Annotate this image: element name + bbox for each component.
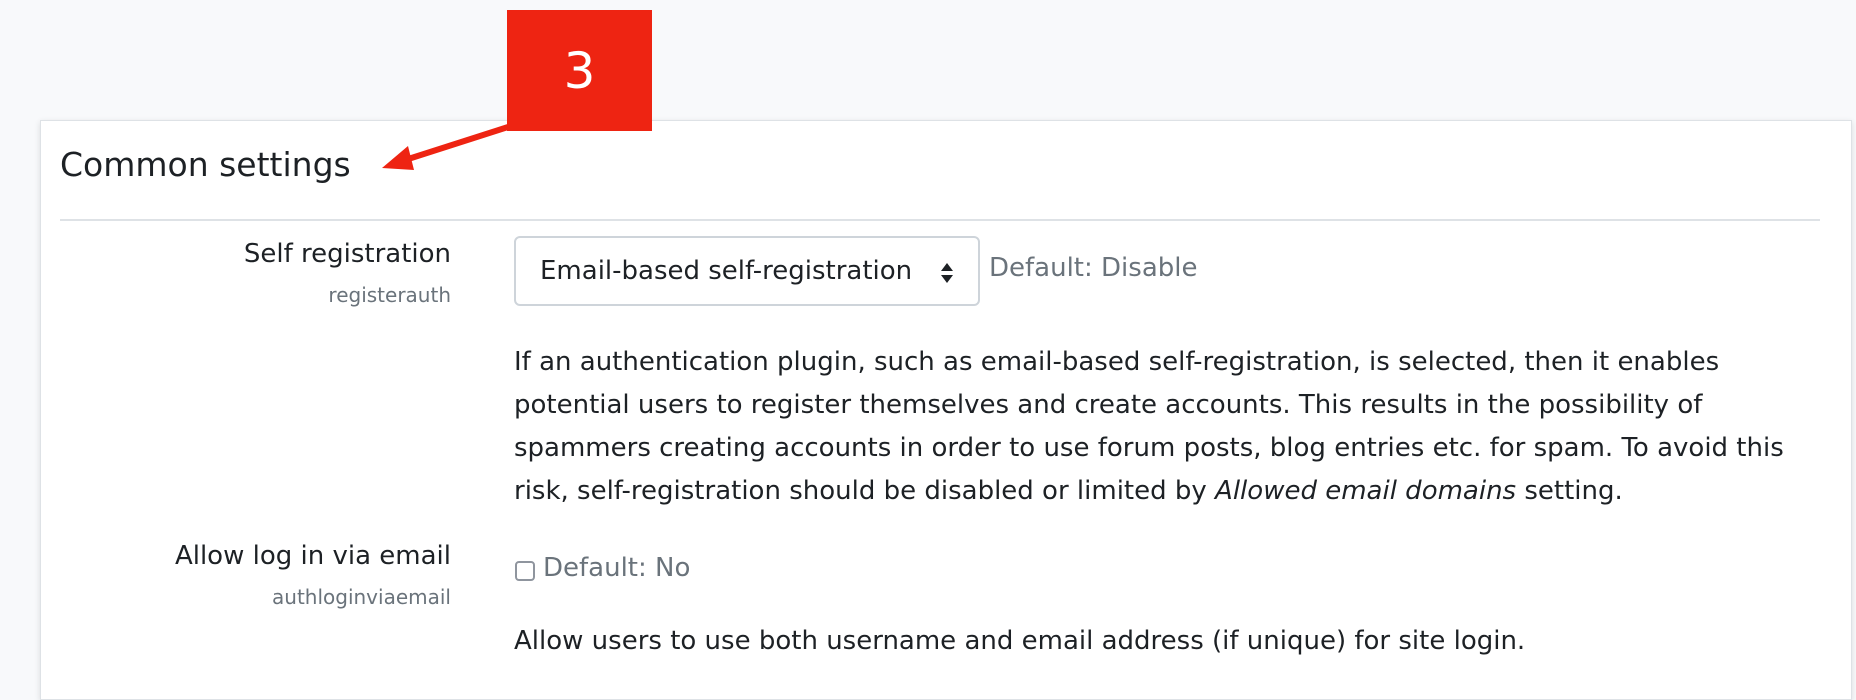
self-registration-label: Self registration <box>243 239 451 269</box>
allow-login-via-email-description: Allow users to use both username and ema… <box>514 626 1526 656</box>
callout-badge: 3 <box>507 10 652 131</box>
section-divider <box>60 219 1820 221</box>
self-registration-select[interactable]: Email-based self-registration <box>514 236 980 306</box>
common-settings-panel: Common settings Self registration regist… <box>40 120 1852 700</box>
self-registration-key: registerauth <box>328 283 451 307</box>
self-registration-default: Default: Disable <box>989 253 1198 283</box>
allow-login-via-email-checkbox[interactable] <box>515 561 535 581</box>
select-arrows-icon <box>941 263 953 283</box>
self-registration-description: If an authentication plugin, such as ema… <box>514 347 1784 506</box>
allow-login-via-email-label: Allow log in via email <box>174 541 451 571</box>
self-registration-selected-value: Email-based self-registration <box>540 256 913 286</box>
allow-login-via-email-default: Default: No <box>543 553 691 583</box>
allowed-email-domains-reference: Allowed email domains <box>1215 476 1517 506</box>
allow-login-via-email-key: authloginviaemail <box>272 585 451 609</box>
section-title: Common settings <box>60 145 351 184</box>
